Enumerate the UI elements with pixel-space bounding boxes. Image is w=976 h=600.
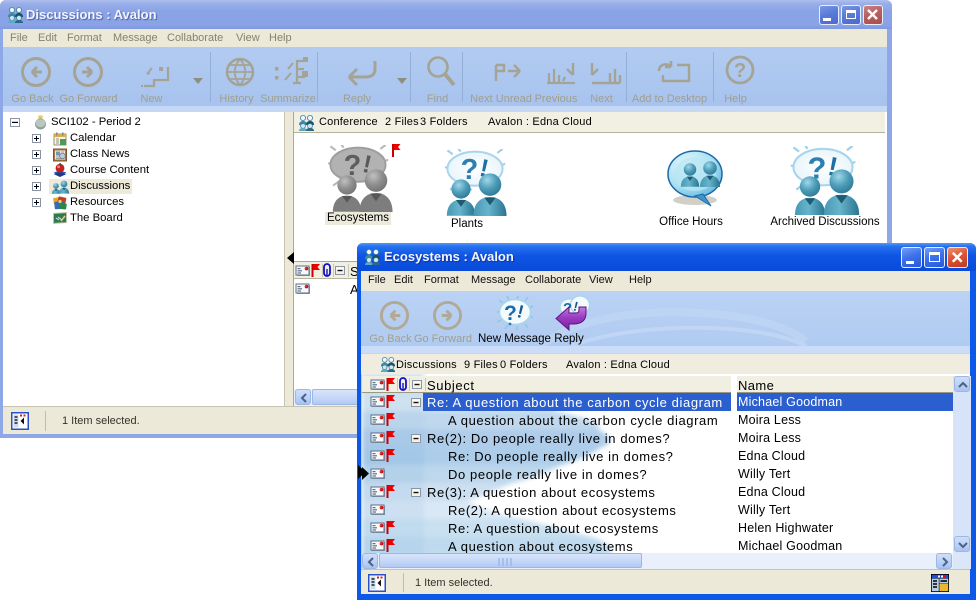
svg-text:?: ? — [734, 60, 746, 82]
svg-text:?: ? — [504, 302, 517, 325]
